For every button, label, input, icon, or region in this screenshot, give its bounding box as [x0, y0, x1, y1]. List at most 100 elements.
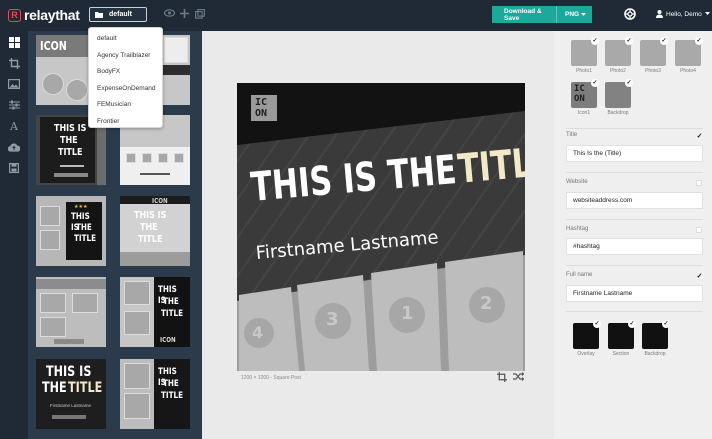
text-icon[interactable]: A: [8, 120, 20, 133]
download-save-button[interactable]: Download & Save PNG: [492, 6, 592, 23]
folder-option[interactable]: Frontier: [89, 114, 162, 131]
thumb-logo-text: ICON: [152, 197, 168, 205]
thumb-logo-text: ICON: [40, 39, 67, 53]
divider: [566, 172, 703, 173]
design-logo-line2: ON: [255, 108, 268, 119]
divider: [566, 265, 703, 266]
rating-stars-icon: ★★★: [74, 204, 88, 210]
design-logo-line1: IC: [255, 97, 268, 108]
section-color-label: Section: [612, 351, 630, 357]
fullname-field[interactable]: [566, 285, 703, 302]
fullname-enabled-check-icon[interactable]: ✓: [696, 272, 703, 280]
design-panel-number: 3: [326, 309, 339, 330]
folder-icon: [95, 11, 103, 18]
folder-option[interactable]: default: [89, 31, 162, 48]
folder-option[interactable]: Agency Trailblazer: [89, 48, 162, 65]
website-field-label: Website: [566, 179, 588, 185]
thumb-title: THIS IS: [46, 364, 92, 380]
template-thumbnail[interactable]: THIS IS THE TITLE Firstname Lastname: [36, 359, 106, 429]
folder-option[interactable]: ExpenseOnDemand: [89, 81, 162, 98]
user-icon: [656, 10, 663, 18]
divider: [566, 219, 703, 220]
layouts-grid-icon[interactable]: [8, 36, 20, 48]
thumb-title: THE: [60, 135, 78, 146]
photo2-label: Photo2: [610, 68, 626, 74]
check-icon: ✓: [695, 37, 703, 45]
check-icon: ✓: [625, 37, 633, 45]
relaythat-logo[interactable]: R relaythat: [8, 7, 80, 23]
logo-text: relaythat: [24, 7, 80, 23]
folder-select-value: default: [109, 11, 132, 18]
thumb-title: THE: [42, 380, 67, 396]
icon1-label: Icon1: [577, 110, 591, 116]
thumb-title: TITLE: [74, 234, 97, 244]
design-logo: IC ON: [251, 95, 277, 121]
template-thumbnail[interactable]: ★★★ THIS IS THE TITLE: [36, 196, 106, 266]
template-thumbnail[interactable]: [36, 277, 106, 347]
user-menu[interactable]: Hello, Demo: [656, 10, 710, 18]
user-greeting: Hello, Demo: [666, 10, 702, 18]
shuffle-icon[interactable]: [513, 372, 524, 381]
eye-icon[interactable]: [163, 9, 176, 20]
check-icon: ✓: [591, 37, 599, 45]
template-thumbnail[interactable]: THIS IS THE TITLE ICON: [120, 277, 190, 347]
check-icon: ✓: [591, 79, 599, 87]
caret-down-icon: [581, 12, 587, 16]
canvas-tools: [497, 372, 524, 382]
overlay-color-label: Overlay: [577, 351, 595, 357]
photo4-label: Photo4: [680, 68, 696, 74]
divider: [566, 311, 703, 312]
website-field[interactable]: [566, 192, 703, 209]
thumb-title: THIS IS: [54, 123, 87, 134]
icon1-logo-line2: ON: [574, 94, 585, 104]
design-preview[interactable]: IC ON THIS IS THE TITLE Firstname Lastna…: [237, 83, 525, 371]
photo1-label: Photo1: [576, 68, 592, 74]
help-lifebuoy-icon[interactable]: [624, 8, 636, 20]
cloud-upload-icon[interactable]: [8, 141, 20, 153]
caret-down-icon: [704, 12, 710, 15]
thumb-logo-text: ICON: [160, 336, 176, 344]
save-disk-icon[interactable]: [8, 162, 20, 174]
add-icon[interactable]: [180, 9, 189, 21]
tool-rail: A: [0, 31, 28, 439]
duplicate-icon[interactable]: [195, 9, 205, 22]
hashtag-enabled-checkbox[interactable]: [696, 227, 702, 233]
folder-dropdown-menu: default Agency Trailblazer BodyFX Expens…: [88, 27, 163, 128]
design-panel-number: 2: [480, 293, 493, 314]
format-select[interactable]: PNG: [556, 6, 587, 23]
check-icon: ✓: [628, 320, 636, 328]
check-icon: ✓: [660, 37, 668, 45]
folder-option[interactable]: FEMusician: [89, 97, 162, 114]
design-size-caption: 1200 × 1200 - Square Post: [241, 375, 301, 381]
download-save-label: Download & Save: [504, 7, 542, 22]
template-thumbnail[interactable]: ICON THIS IS THE TITLE: [120, 196, 190, 266]
crop-icon[interactable]: [497, 372, 507, 382]
design-panel-number: 4: [252, 323, 264, 342]
template-thumbnail[interactable]: THIS IS THE TITLE: [120, 359, 190, 429]
logo-mark: R: [8, 8, 21, 22]
check-icon: ✓: [593, 320, 601, 328]
thumb-title: TITLE: [161, 309, 184, 319]
title-field[interactable]: [566, 145, 703, 162]
backdrop-image-label: Backdrop: [607, 110, 629, 116]
thumb-title: THE: [163, 379, 179, 389]
image-icon[interactable]: [8, 78, 20, 90]
sliders-icon[interactable]: [8, 99, 20, 111]
thumb-title: TITLE: [161, 391, 184, 401]
website-enabled-checkbox[interactable]: [696, 180, 702, 186]
hashtag-field-label: Hashtag: [566, 226, 589, 232]
title-field-label: Title: [566, 132, 578, 138]
folder-option[interactable]: BodyFX: [89, 64, 162, 81]
title-enabled-check-icon[interactable]: ✓: [696, 132, 703, 140]
thumb-title: THE: [140, 222, 158, 233]
thumb-title: TITLE: [138, 234, 163, 245]
photo3-label: Photo3: [645, 68, 661, 74]
fullname-field-label: Full name: [566, 272, 593, 278]
thumb-name: Firstname Lastname: [50, 403, 92, 408]
thumb-title: THE: [163, 297, 179, 307]
crop-icon[interactable]: [8, 57, 20, 69]
design-panel-number: 1: [401, 303, 414, 324]
folder-select[interactable]: default: [89, 7, 147, 22]
hashtag-field[interactable]: [566, 238, 703, 255]
backdrop-color-label: Backdrop: [644, 351, 666, 357]
